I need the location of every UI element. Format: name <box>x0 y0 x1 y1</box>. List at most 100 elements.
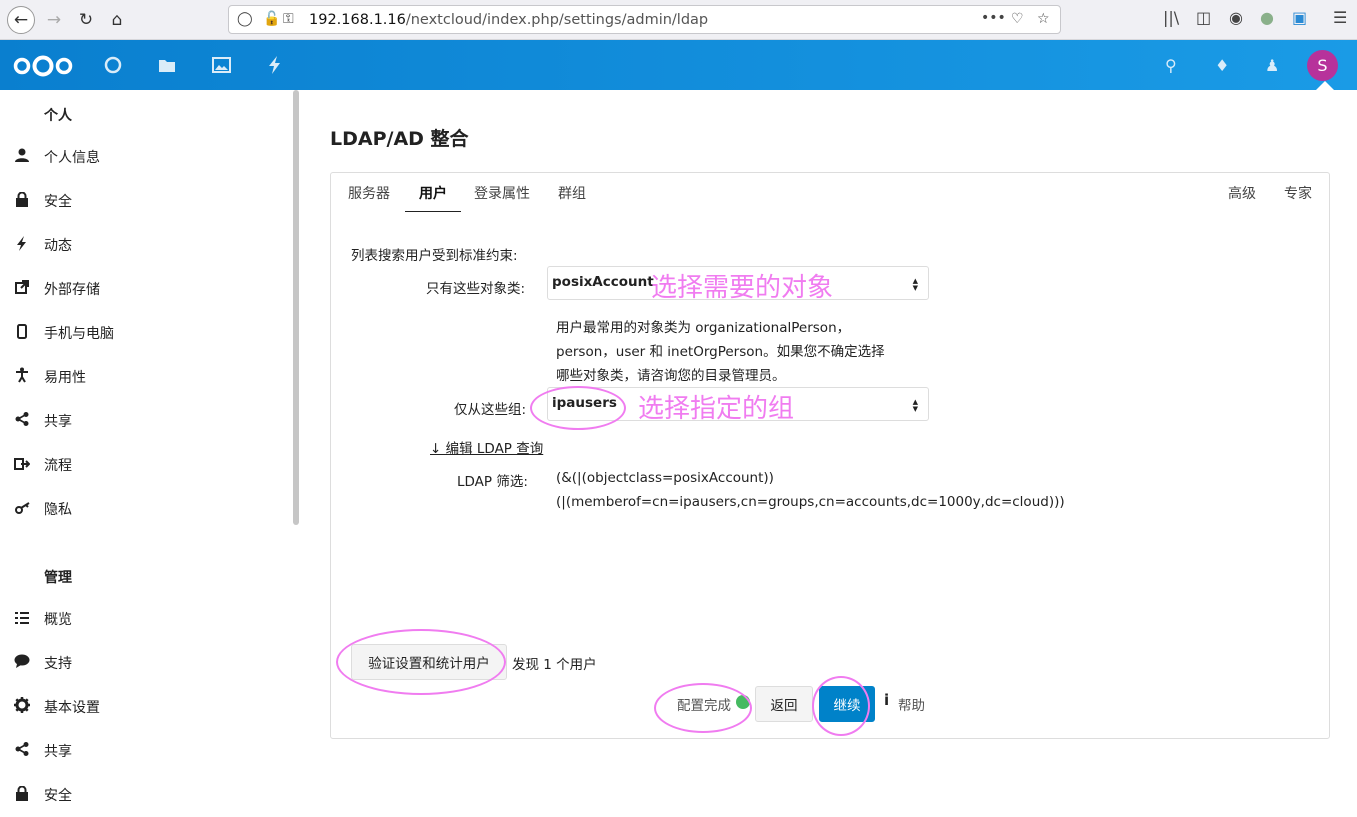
activity-icon[interactable] <box>264 54 286 76</box>
annotation-circle-verify <box>336 629 506 695</box>
files-icon[interactable] <box>156 54 178 76</box>
sidebar-item-label: 外部存储 <box>44 282 100 298</box>
filter-line-2: (|(memberof=cn=ipausers,cn=groups,cn=acc… <box>556 494 1065 510</box>
help-line-1: 用户最常用的对象类为 organizationalPerson， <box>556 320 851 336</box>
sidebar-item-external-storage[interactable]: 外部存储 <box>0 267 290 311</box>
bookmark-star-icon[interactable]: ☆ <box>1037 11 1050 27</box>
extension-icon[interactable]: ● <box>1260 8 1274 27</box>
sidebar-item-label: 手机与电脑 <box>44 326 114 342</box>
library-icon[interactable]: ||\ <box>1163 8 1179 27</box>
reload-icon[interactable]: ↻ <box>72 6 100 34</box>
contacts-icon[interactable]: ♟ <box>1265 56 1279 75</box>
edit-ldap-query-link[interactable]: ↓ 编辑 LDAP 查询 <box>430 437 543 457</box>
list-icon <box>13 610 31 628</box>
annotation-circle-continue <box>812 676 870 736</box>
app-header: ⚲ ♦ ♟ <box>0 40 1357 90</box>
external-link-icon <box>13 280 31 298</box>
found-users-text: 发现 1 个用户 <box>512 657 597 673</box>
tab-users[interactable]: 用户 <box>405 183 461 212</box>
forward-icon[interactable]: → <box>40 6 68 34</box>
sidebar-item-label: 易用性 <box>44 370 86 386</box>
home-icon[interactable]: ⌂ <box>103 6 131 34</box>
photos-icon[interactable] <box>210 54 232 76</box>
avatar[interactable]: S <box>1307 50 1338 81</box>
intro-text: 列表搜索用户受到标准约束: <box>351 248 518 264</box>
flow-icon <box>13 456 31 474</box>
person-icon <box>13 148 31 166</box>
sidebar-section-admin: 管理 <box>44 570 72 586</box>
share-icon <box>13 742 31 760</box>
url-bar[interactable]: ◯ 🔓 ⚿ 192.168.1.16/nextcloud/index.php/s… <box>228 5 1061 34</box>
sidebar-item-activity[interactable]: 动态 <box>0 223 290 267</box>
sidebar-item-mobile-desktop[interactable]: 手机与电脑 <box>0 311 290 355</box>
lock-icon <box>13 785 31 805</box>
tab-groups[interactable]: 群组 <box>558 183 586 211</box>
sidebar-item-accessibility[interactable]: 易用性 <box>0 355 290 399</box>
sidebar-item-basic-settings[interactable]: 基本设置 <box>0 685 290 729</box>
comment-icon <box>13 654 31 672</box>
shield-icon[interactable]: ◯ <box>237 11 253 27</box>
select-arrows-icon: ▲ ▼ <box>912 277 918 292</box>
sidebar-item-flow[interactable]: 流程 <box>0 443 290 487</box>
lightning-icon <box>13 235 31 255</box>
back-button[interactable]: 返回 <box>755 686 813 722</box>
avatar-menu-caret <box>1316 81 1334 90</box>
pocket-icon[interactable]: ♡ <box>1011 11 1024 27</box>
extension-screenshot-icon[interactable]: ▣ <box>1292 8 1307 27</box>
sidebar-toggle-icon[interactable]: ◫ <box>1196 8 1211 27</box>
nextcloud-logo-icon[interactable] <box>13 55 73 77</box>
share-icon <box>13 412 31 430</box>
info-icon[interactable]: i <box>884 691 889 709</box>
tab-server[interactable]: 服务器 <box>348 183 390 211</box>
tab-advanced[interactable]: 高级 <box>1228 183 1256 211</box>
help-line-2: person，user 和 inetOrgPerson。如果您不确定选择 <box>556 344 885 360</box>
sidebar-item-support[interactable]: 支持 <box>0 641 290 685</box>
select-arrows-icon: ▲ ▼ <box>912 398 918 413</box>
objectclass-label: 只有这些对象类: <box>426 281 526 297</box>
sidebar-item-label: 概览 <box>44 612 72 628</box>
notifications-icon[interactable]: ♦ <box>1215 56 1229 75</box>
sidebar-item-label: 流程 <box>44 458 72 474</box>
sidebar-item-label: 基本设置 <box>44 700 100 716</box>
dashboard-icon[interactable] <box>102 54 124 76</box>
help-link[interactable]: 帮助 <box>898 694 925 714</box>
filter-label: LDAP 筛选: <box>457 474 528 490</box>
sidebar-item-label: 共享 <box>44 414 72 430</box>
annotation-group: 选择指定的组 <box>638 394 795 424</box>
back-icon[interactable]: ← <box>7 6 35 34</box>
sidebar-item-admin-sharing[interactable]: 共享 <box>0 729 290 773</box>
sidebar-item-security[interactable]: 安全 <box>0 179 290 223</box>
lock-icon <box>13 191 31 211</box>
sidebar-item-label: 隐私 <box>44 502 72 518</box>
tab-login-attributes[interactable]: 登录属性 <box>474 183 530 211</box>
sidebar-section-personal: 个人 <box>44 108 72 124</box>
key-icon[interactable]: ⚿ <box>283 11 294 27</box>
gear-icon <box>13 697 31 717</box>
menu-icon[interactable]: ☰ <box>1333 8 1347 27</box>
tab-expert[interactable]: 专家 <box>1284 183 1312 211</box>
page-actions-icon[interactable]: ••• <box>981 10 1006 26</box>
sidebar-item-label: 安全 <box>44 194 72 210</box>
search-icon[interactable]: ⚲ <box>1165 56 1177 75</box>
sidebar-item-label: 共享 <box>44 744 72 760</box>
sidebar-item-privacy[interactable]: 隐私 <box>0 487 290 531</box>
annotation-circle-status <box>654 683 752 733</box>
sidebar-item-label: 动态 <box>44 238 72 254</box>
sidebar-item-admin-security[interactable]: 安全 <box>0 773 290 817</box>
url-text[interactable]: 192.168.1.16/nextcloud/index.php/setting… <box>309 12 708 28</box>
annotation-circle-group <box>530 386 626 430</box>
sidebar-item-sharing[interactable]: 共享 <box>0 399 290 443</box>
sidebar-item-personal-info[interactable]: 个人信息 <box>0 135 290 179</box>
account-icon[interactable]: ◉ <box>1229 8 1243 27</box>
settings-sidebar: 个人 个人信息 安全 动态 外部存储 手机与电脑 易用性 共享 流程 隐私 管理… <box>0 90 300 804</box>
phone-icon <box>13 323 31 343</box>
insecure-lock-icon[interactable]: 🔓 <box>263 11 280 27</box>
accessibility-icon <box>13 367 31 387</box>
sidebar-item-label: 个人信息 <box>44 150 100 166</box>
filter-line-1: (&(|(objectclass=posixAccount)) <box>556 470 774 486</box>
browser-toolbar: ← → ↻ ⌂ ◯ 🔓 ⚿ 192.168.1.16/nextcloud/ind… <box>0 0 1357 40</box>
key-icon <box>13 500 31 518</box>
sidebar-scrollbar[interactable] <box>293 90 299 525</box>
sidebar-item-label: 安全 <box>44 788 72 804</box>
sidebar-item-overview[interactable]: 概览 <box>0 597 290 641</box>
